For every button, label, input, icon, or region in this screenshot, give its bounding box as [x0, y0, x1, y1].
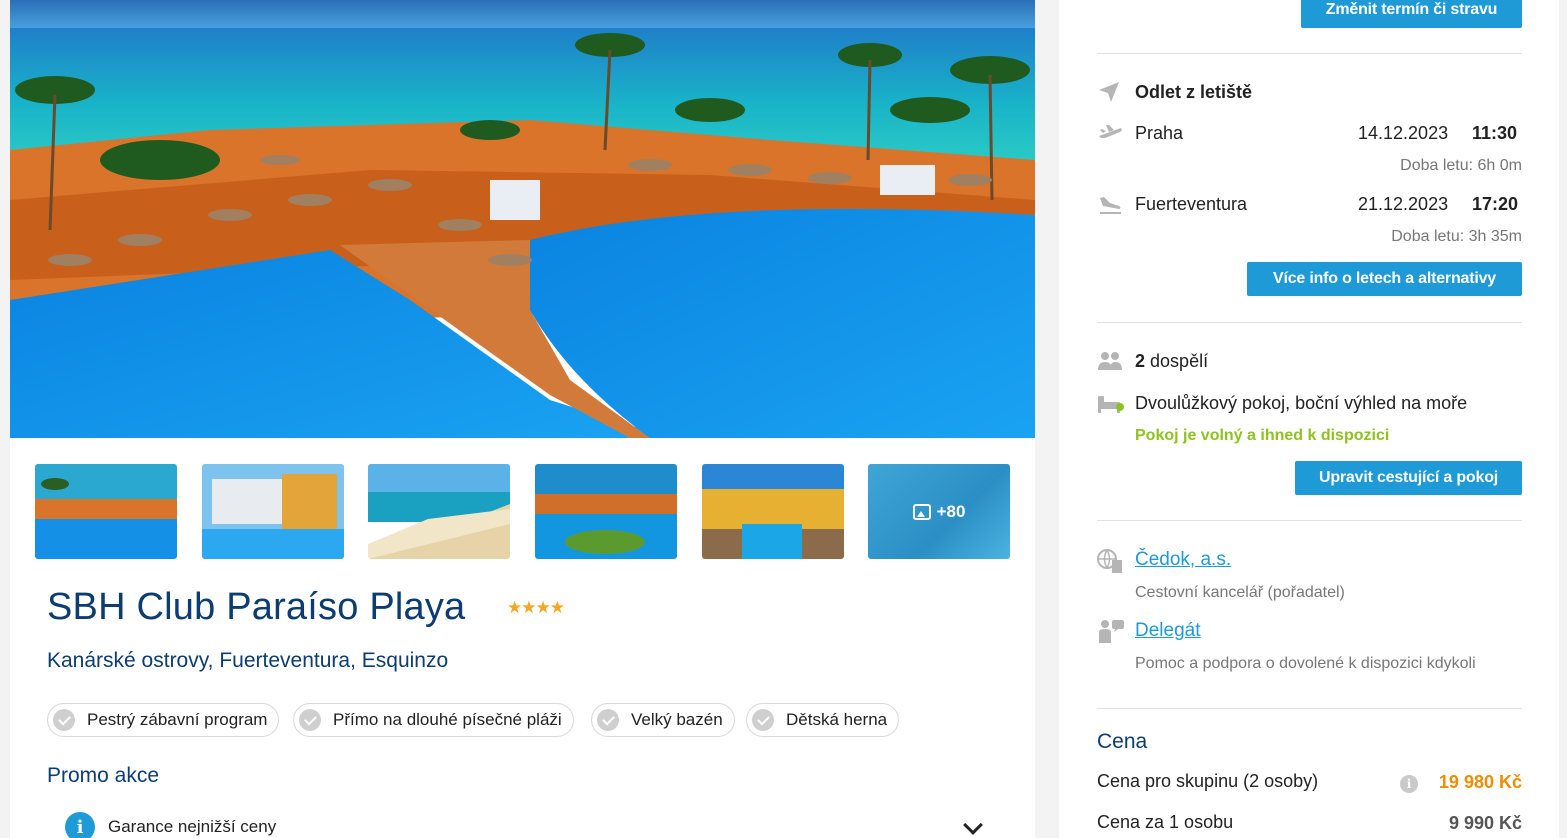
inbound-city: Fuerteventura: [1135, 194, 1248, 214]
feature-tag: Dětská herna: [746, 703, 900, 737]
divider: [1097, 520, 1522, 521]
users-icon: [1098, 352, 1122, 370]
inbound-duration: Doba letu: 3h 35m: [1391, 228, 1522, 245]
plane-landing-icon: [1100, 197, 1121, 214]
agency-description: Cestovní kancelář (pořadatel): [1135, 584, 1345, 601]
divider: [1097, 322, 1522, 323]
thumbnail-2[interactable]: [202, 464, 344, 559]
thumbnail-4[interactable]: [535, 464, 677, 559]
travellers-count: 2: [1135, 351, 1146, 371]
thumbnail-1[interactable]: [35, 464, 177, 559]
person-price-label: Cena za 1 osobu: [1097, 812, 1234, 832]
bed-icon: [1098, 396, 1124, 413]
photo-thumbnails: +80: [35, 464, 1010, 559]
gallery-icon: [912, 503, 931, 520]
inbound-time: 17:20: [1472, 194, 1519, 214]
promo-item-label: Garance nejnižší ceny: [108, 817, 277, 836]
support-agent-icon: [1099, 620, 1124, 643]
change-date-board-button[interactable]: Změnit termín či stravu: [1301, 0, 1522, 28]
promo-heading: Promo akce: [47, 764, 160, 787]
info-icon: i: [65, 812, 95, 838]
hotel-name: SBH Club Paraíso Playa: [47, 586, 466, 628]
delegate-link[interactable]: Delegát: [1135, 620, 1201, 642]
feature-label: Velký bazén: [631, 710, 723, 729]
group-price-label: Cena pro skupinu (2 osoby): [1097, 771, 1319, 791]
more-flight-info-button[interactable]: Více info o letech a alternativy: [1247, 262, 1522, 296]
hotel-location: Kanárské ostrovy, Fuerteventura, Esquinz…: [47, 649, 449, 672]
outbound-city: Praha: [1135, 123, 1184, 143]
inbound-date: 21.12.2023: [1358, 194, 1449, 214]
outbound-time: 11:30: [1472, 123, 1518, 143]
thumbnail-3[interactable]: [368, 464, 510, 559]
promo-item-lowest-price[interactable]: i Garance nejnižší ceny: [65, 812, 983, 838]
room-availability: Pokoj je volný a ihned k dispozici: [1135, 427, 1390, 444]
feature-label: Dětská herna: [786, 710, 888, 729]
flight-heading: Odlet z letiště: [1135, 82, 1253, 102]
check-icon: [299, 709, 321, 731]
hero-photo[interactable]: [10, 0, 1035, 438]
delegate-description: Pomoc a podpora o dovolené k dispozici k…: [1135, 655, 1476, 672]
travellers-summary: 2 dospělí: [1135, 351, 1208, 372]
outbound-duration: Doba letu: 6h 0m: [1400, 157, 1522, 174]
room-type: Dvoulůžkový pokoj, boční výhled na moře: [1135, 393, 1468, 413]
plane-takeoff-icon: [1099, 125, 1122, 138]
star-rating: ★★★★: [507, 598, 565, 617]
more-photos-button[interactable]: +80: [868, 464, 1010, 559]
booking-sidebar: Změnit termín či stravu Odlet z letiště …: [1059, 0, 1559, 838]
person-price-value: 9 990 Kč: [1448, 813, 1522, 833]
navigation-arrow-icon: [1099, 82, 1119, 102]
feature-tag: Přímo na dlouhé písečné pláži: [293, 703, 574, 737]
globe-building-icon: [1097, 549, 1122, 573]
divider: [1097, 53, 1522, 54]
outbound-date: 14.12.2023: [1358, 123, 1449, 143]
check-icon: [53, 709, 75, 731]
more-photos-count: +80: [936, 501, 966, 521]
check-icon: [597, 709, 619, 731]
feature-label: Přímo na dlouhé písečné pláži: [333, 710, 562, 729]
agency-link[interactable]: Čedok, a.s.: [1135, 549, 1231, 571]
divider: [1097, 708, 1522, 709]
chevron-down-icon[interactable]: [963, 815, 983, 835]
price-heading: Cena: [1097, 730, 1148, 753]
travellers-label: dospělí: [1150, 351, 1209, 371]
feature-tag: Velký bazén: [591, 703, 735, 737]
thumbnail-5[interactable]: [702, 464, 844, 559]
edit-travellers-room-button[interactable]: Upravit cestující a pokoj: [1295, 461, 1522, 495]
feature-tag: Pestrý zábavní program: [47, 703, 280, 737]
group-price-value: 19 980 Kč: [1438, 772, 1522, 792]
hotel-detail-panel: +80 SBH Club Paraíso Playa ★★★★ Kanárské…: [10, 0, 1035, 838]
check-icon: [752, 709, 774, 731]
feature-label: Pestrý zábavní program: [87, 710, 268, 729]
